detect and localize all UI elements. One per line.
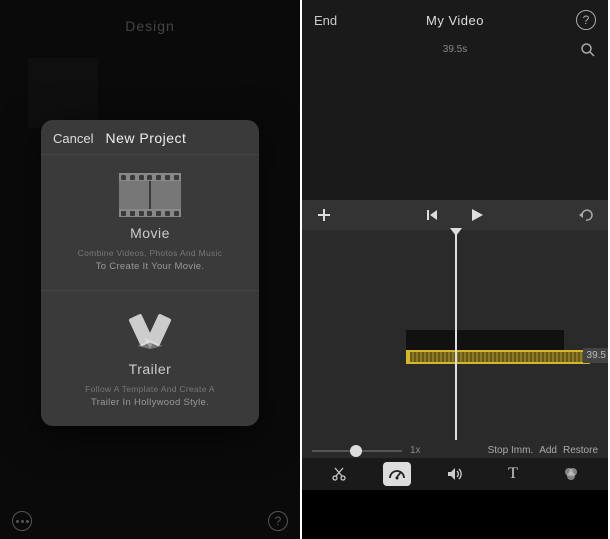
thumbnail-placeholder [28, 58, 98, 128]
new-project-modal: Cancel New Project Movie Combine Videos,… [41, 120, 259, 426]
movie-desc: Combine Videos, Photos And Music To Crea… [55, 247, 245, 274]
time-display: 39.5s [302, 44, 608, 55]
modal-title: New Project [105, 130, 186, 146]
speed-slider[interactable] [312, 450, 402, 452]
cancel-button[interactable]: Cancel [53, 131, 93, 146]
undo-icon[interactable] [578, 208, 594, 222]
more-icon[interactable] [12, 511, 32, 531]
spotlights-icon [124, 309, 176, 353]
speedometer-icon[interactable] [383, 462, 411, 486]
volume-icon[interactable] [441, 462, 469, 486]
restore-button[interactable]: Restore [563, 445, 598, 456]
video-track[interactable] [406, 330, 564, 350]
filmstrip-icon [119, 173, 181, 217]
trailer-option[interactable]: Trailer Follow A Template And Create A T… [41, 290, 259, 426]
zoom-icon[interactable] [580, 42, 596, 58]
stop-immediately-button[interactable]: Stop Imm. [488, 445, 534, 456]
speed-label: 1x [410, 445, 421, 456]
text-icon[interactable]: T [499, 462, 527, 486]
trailer-title: Trailer [55, 361, 245, 377]
add-button[interactable] [316, 207, 332, 223]
trailer-desc: Follow A Template And Create A Trailer I… [55, 383, 245, 410]
add-action-button[interactable]: Add [539, 445, 557, 456]
scissors-icon[interactable] [325, 462, 353, 486]
design-header: Design [0, 0, 300, 34]
video-title: My Video [426, 13, 484, 28]
clip-time-label: 39.5 [583, 348, 608, 363]
playhead[interactable] [455, 230, 457, 440]
end-button[interactable]: End [314, 13, 337, 28]
help-icon[interactable]: ? [268, 511, 288, 531]
skip-back-icon[interactable] [425, 208, 439, 222]
play-button[interactable] [469, 207, 485, 223]
movie-option[interactable]: Movie Combine Videos, Photos And Music T… [41, 154, 259, 290]
help-icon[interactable]: ? [576, 10, 596, 30]
movie-title: Movie [55, 225, 245, 241]
audio-clip[interactable] [406, 350, 590, 364]
filters-icon[interactable] [557, 462, 585, 486]
